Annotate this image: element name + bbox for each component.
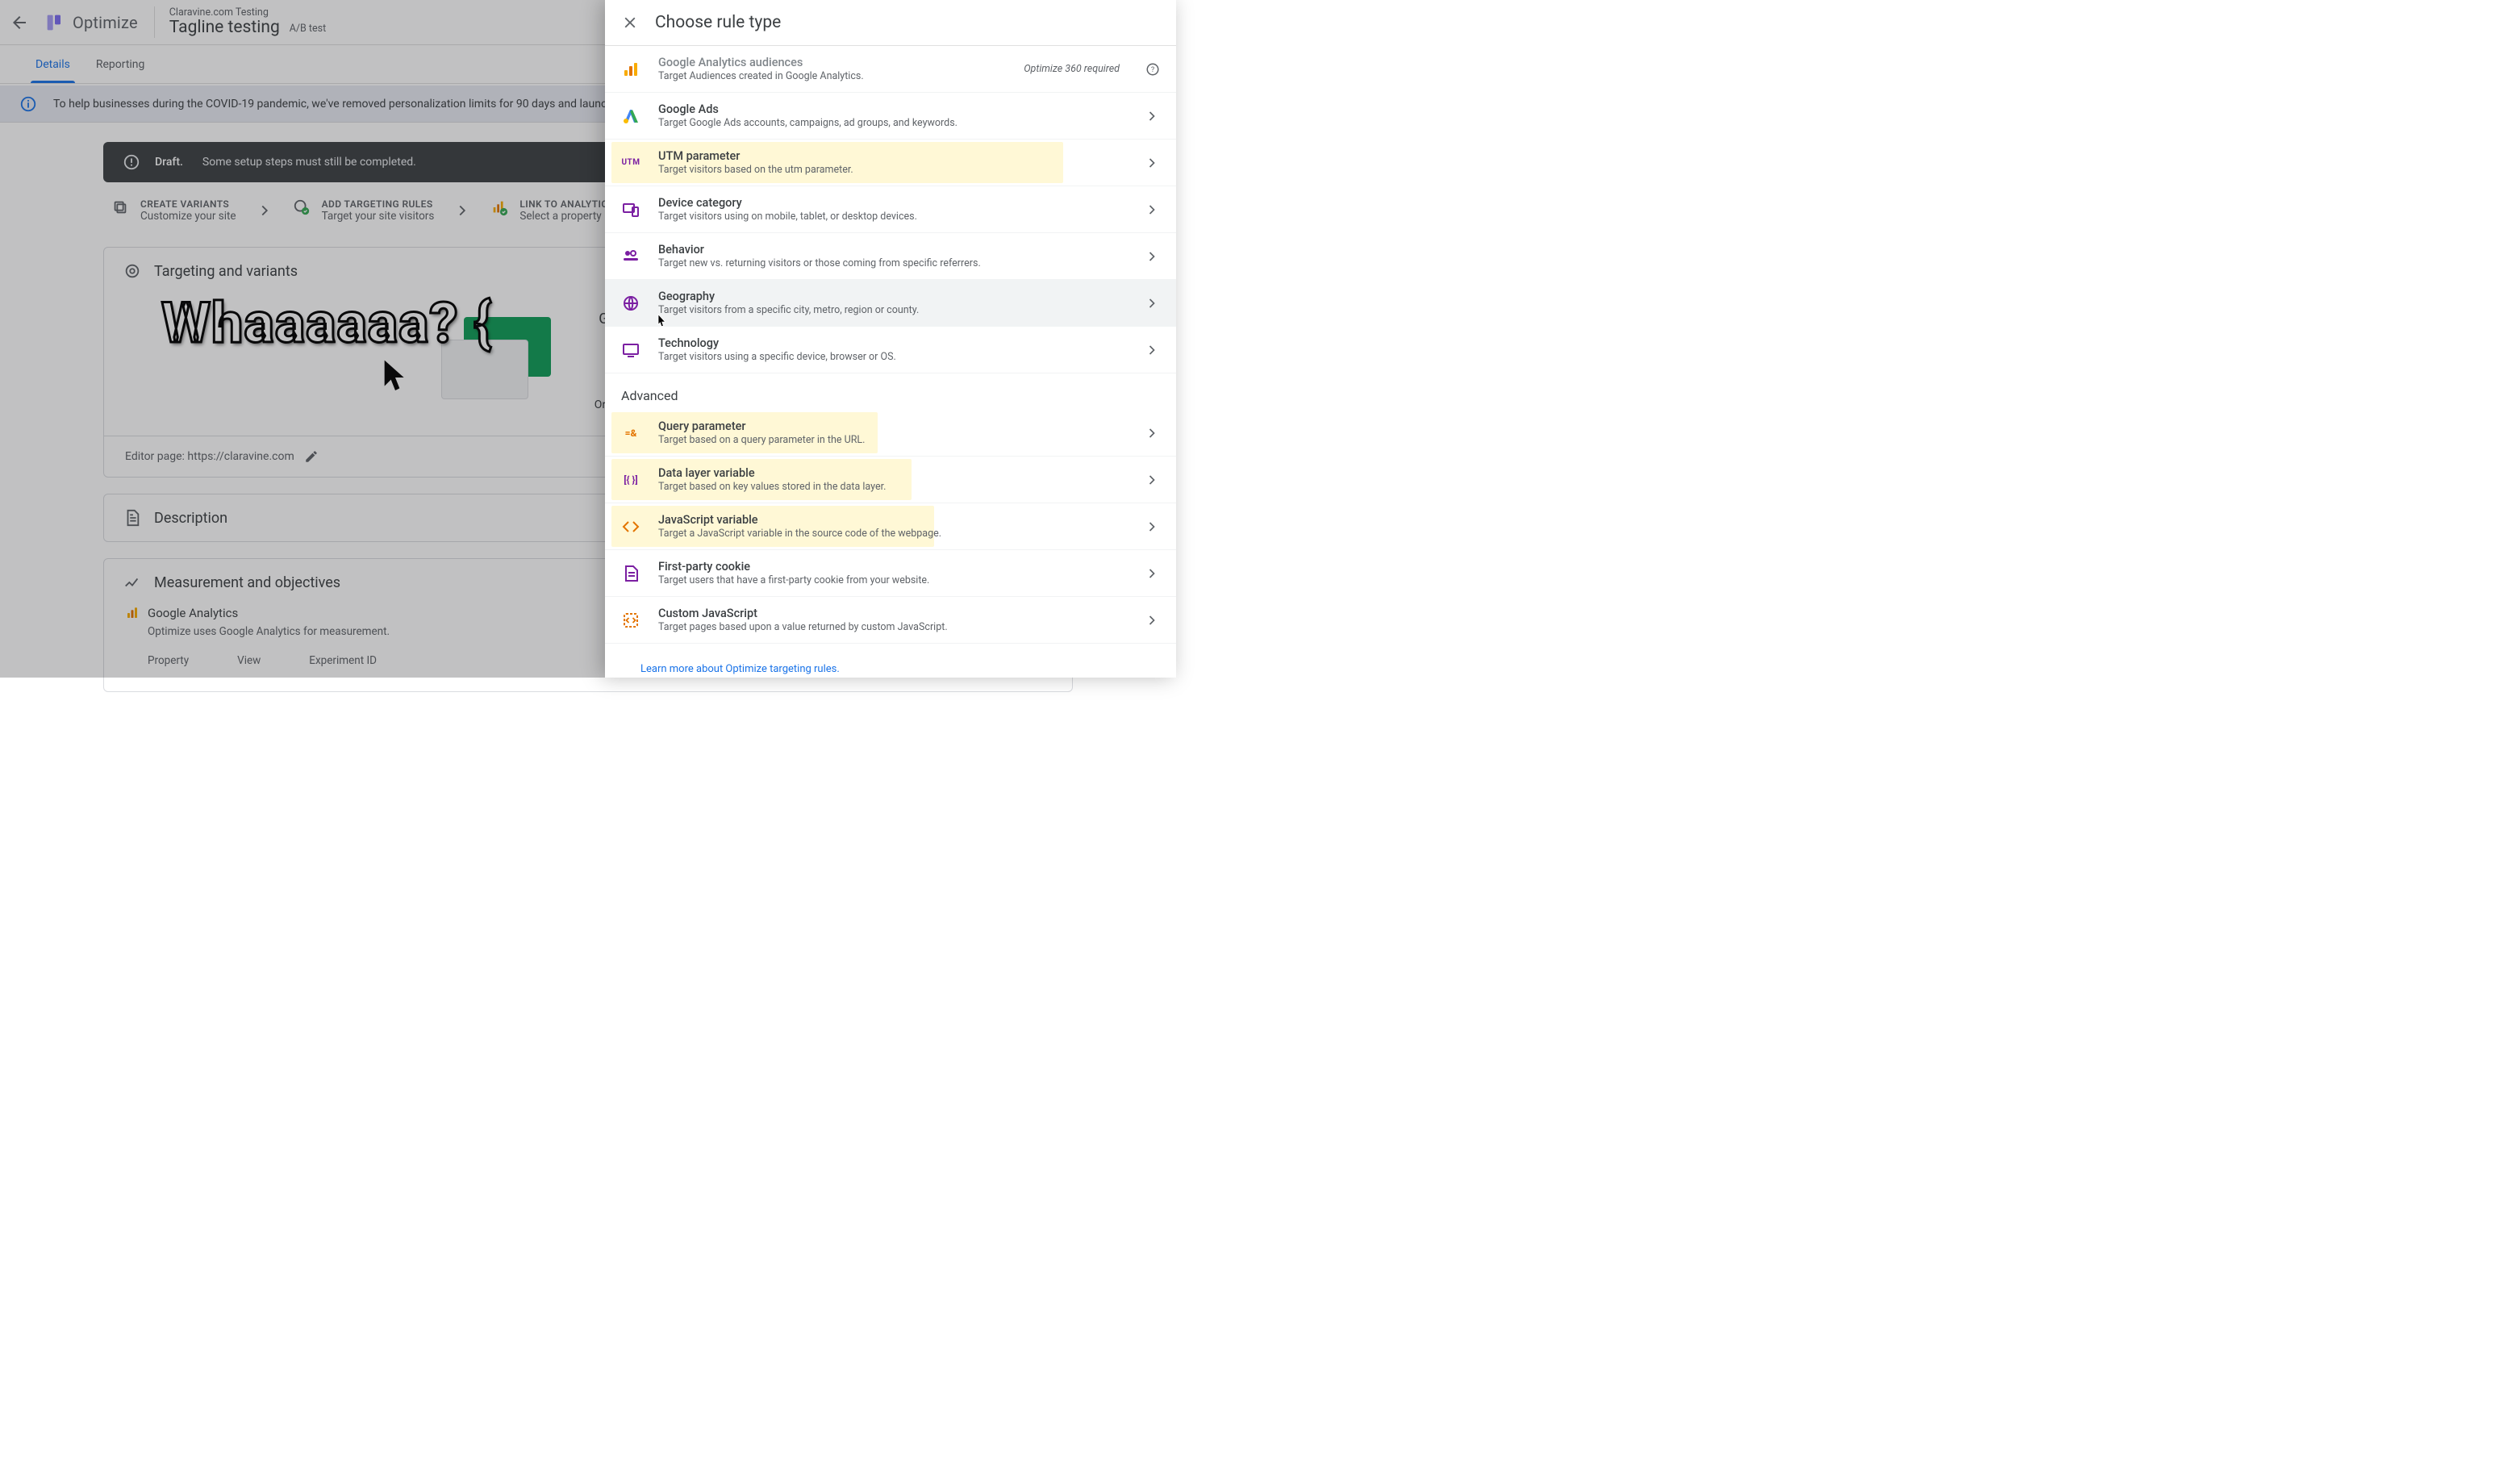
close-icon[interactable] xyxy=(621,14,639,31)
rule-title: First-party cookie xyxy=(658,560,1126,574)
rule-title: UTM parameter xyxy=(658,149,1126,163)
targeting-learn-link[interactable]: Learn more about Optimize targeting rule… xyxy=(640,663,840,675)
rule-utm[interactable]: UTM UTM parameter Target visitors based … xyxy=(605,140,1176,186)
tech-icon xyxy=(621,340,640,360)
chevron-right-icon xyxy=(1144,295,1160,311)
rule-sub: Target visitors from a specific city, me… xyxy=(658,304,1126,316)
chevron-right-icon xyxy=(1144,155,1160,171)
geo-icon xyxy=(621,294,640,313)
rule-sub: Target based on a query parameter in the… xyxy=(658,434,1126,446)
optimize-360-required: Optimize 360 required xyxy=(1024,63,1120,75)
choose-rule-panel: Choose rule type Google Analytics audien… xyxy=(605,0,1176,678)
js-icon xyxy=(621,517,640,536)
rule-sub: Target new vs. returning visitors or tho… xyxy=(658,257,1126,269)
chevron-right-icon xyxy=(1144,202,1160,218)
rule-title: Geography xyxy=(658,290,1126,303)
advanced-header: Advanced xyxy=(605,373,1176,410)
rule-sub: Target pages based upon a value returned… xyxy=(658,621,1126,633)
chevron-right-icon xyxy=(1144,425,1160,441)
chevron-right-icon xyxy=(1144,342,1160,358)
ads-icon xyxy=(621,106,640,126)
svg-text:?: ? xyxy=(1151,66,1154,74)
rule-ga-audiences: Google Analytics audiences Target Audien… xyxy=(605,46,1176,93)
data-layer-icon: [{ }] xyxy=(621,470,640,490)
panel-title: Choose rule type xyxy=(655,13,781,32)
beh-icon xyxy=(621,247,640,266)
ck-icon xyxy=(621,564,640,583)
chevron-right-icon xyxy=(1144,248,1160,265)
rule-device[interactable]: Device category Target visitors using on… xyxy=(605,186,1176,233)
rule-technology[interactable]: Technology Target visitors using a speci… xyxy=(605,327,1176,373)
rule-sub: Target a JavaScript variable in the sour… xyxy=(658,528,1126,540)
chevron-right-icon xyxy=(1144,519,1160,535)
rule-geography[interactable]: Geography Target visitors from a specifi… xyxy=(605,280,1176,327)
chevron-right-icon xyxy=(1144,565,1160,582)
rule-title: Custom JavaScript xyxy=(658,607,1126,620)
rule-query-param[interactable]: =& Query parameter Target based on a que… xyxy=(605,410,1176,457)
chevron-right-icon xyxy=(1144,612,1160,628)
rule-google-ads[interactable]: Google Ads Target Google Ads accounts, c… xyxy=(605,93,1176,140)
rule-sub: Target visitors using on mobile, tablet,… xyxy=(658,211,1126,223)
rule-js-var[interactable]: JavaScript variable Target a JavaScript … xyxy=(605,503,1176,550)
rule-title: JavaScript variable xyxy=(658,513,1126,527)
ga-icon xyxy=(621,60,640,79)
rule-sub: Target visitors based on the utm paramet… xyxy=(658,164,1126,176)
rule-title: Google Analytics audiences xyxy=(658,56,1006,69)
utm-icon: UTM xyxy=(621,153,640,173)
rule-title: Query parameter xyxy=(658,419,1126,433)
chevron-right-icon xyxy=(1144,108,1160,124)
dev-icon xyxy=(621,200,640,219)
rule-title: Behavior xyxy=(658,243,1126,257)
rule-sub: Target Google Ads accounts, campaigns, a… xyxy=(658,117,1126,129)
cj-icon xyxy=(621,611,640,630)
rule-cookie[interactable]: First-party cookie Target users that hav… xyxy=(605,550,1176,597)
rule-behavior[interactable]: Behavior Target new vs. returning visito… xyxy=(605,233,1176,280)
rule-title: Data layer variable xyxy=(658,466,1126,480)
rule-title: Technology xyxy=(658,336,1126,350)
rule-custom-js[interactable]: Custom JavaScript Target pages based upo… xyxy=(605,597,1176,644)
rule-sub: Target Audiences created in Google Analy… xyxy=(658,70,1006,82)
help-icon[interactable]: ? xyxy=(1145,62,1160,77)
chevron-right-icon xyxy=(1144,472,1160,488)
rule-sub: Target users that have a first-party coo… xyxy=(658,574,1126,586)
rule-data-layer[interactable]: [{ }] Data layer variable Target based o… xyxy=(605,457,1176,503)
rule-title: Device category xyxy=(658,196,1126,210)
query-param-icon: =& xyxy=(621,423,640,443)
rule-sub: Target visitors using a specific device,… xyxy=(658,351,1126,363)
rule-title: Google Ads xyxy=(658,102,1126,116)
rule-sub: Target based on key values stored in the… xyxy=(658,481,1126,493)
